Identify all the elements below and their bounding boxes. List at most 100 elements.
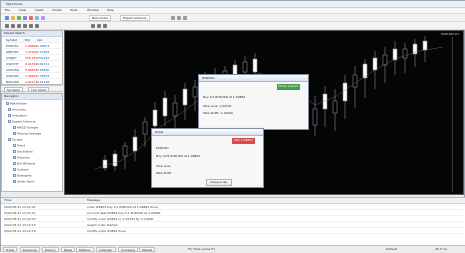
status-tab[interactable]: Calendar — [96, 247, 116, 252]
status-tab[interactable]: Company — [118, 247, 139, 252]
nav-item[interactable]: Scripts — [8, 138, 22, 143]
navigator-title: Navigator — [2, 94, 62, 100]
indicator-icon — [13, 180, 16, 183]
nav-item[interactable]: Accounts — [8, 108, 26, 113]
line-chart-icon[interactable] — [103, 24, 107, 28]
folder-icon — [8, 138, 11, 141]
terminal-row[interactable]: 2024.05.21 13:12:03 modify order #4822 sl… — [4, 217, 463, 222]
folder-icon — [8, 114, 11, 117]
menu-view[interactable]: View — [19, 9, 26, 12]
nav-item[interactable]: Order Send — [13, 180, 34, 185]
market-watch-header-row: Symbol Bid Ask — [4, 38, 60, 43]
nav-item[interactable]: Trend — [13, 144, 25, 149]
terminal-panel: Time Message 2024.05.21 13:11:41 order #4… — [1, 197, 465, 245]
terminal-row[interactable]: 2024.05.21 13:12:15 expert order started — [4, 223, 463, 228]
market-row[interactable]: AUDUSD 0.66451 0.66460 — [4, 68, 60, 73]
market-row[interactable]: USDCAD 1.36821 1.36833 — [4, 74, 60, 79]
ping-text: 45.3 ms — [435, 247, 448, 251]
order-summary: Buy 0.1 EURUSD at 1.09862 — [203, 95, 246, 99]
order-summary: Buy 0.05 EURUSD at 1.09861 — [156, 154, 201, 158]
strategy-tester-icon[interactable] — [41, 16, 45, 20]
close-order-button[interactable]: Close order — [206, 179, 232, 186]
menu-window[interactable]: Window — [87, 9, 99, 12]
market-watch-title: Market Watch — [2, 31, 62, 37]
market-watch-tabs: Symbols Tick Chart — [1, 85, 63, 92]
menu-file[interactable]: File — [5, 9, 10, 12]
nav-item[interactable]: Moving Average — [13, 132, 41, 137]
status-tab[interactable]: News — [61, 247, 76, 252]
new-chart-icon[interactable] — [5, 16, 9, 20]
main-toolbar: New Order Expert Advisors — [1, 14, 465, 22]
profiles-icon[interactable] — [11, 16, 15, 20]
market-row[interactable]: GBPUSD 1.27632 1.27643 — [4, 50, 60, 55]
tab-tick-chart[interactable]: Tick Chart — [28, 87, 50, 92]
status-tab[interactable]: Market — [139, 247, 156, 252]
window-title-bar: MetaTrader — [1, 1, 465, 8]
menu-charts[interactable]: Charts — [52, 9, 62, 12]
chart-toolbar — [1, 22, 465, 30]
dialog-title-bar: Order — [152, 129, 263, 136]
order-dialog[interactable]: Order Sell 1.09861 EURUSD Buy 0.05 EURUS… — [151, 128, 264, 188]
new-order-button[interactable]: New Order — [89, 15, 112, 21]
nav-item[interactable]: Bill Williams — [13, 162, 35, 167]
expert-advisors-button[interactable]: Expert Advisors — [120, 15, 150, 21]
candles-icon[interactable] — [97, 24, 101, 28]
indicator-icon — [13, 150, 16, 153]
take-profit-label: Take Profit — [156, 171, 172, 175]
header-ask: Ask — [37, 38, 43, 42]
tile-windows-icon[interactable] — [183, 16, 187, 20]
dialog-title: Order — [155, 130, 164, 134]
menu-tools[interactable]: Tools — [70, 9, 77, 12]
bar-chart-icon[interactable] — [91, 24, 95, 28]
nav-item[interactable]: Custom — [13, 168, 29, 173]
nav-item[interactable]: MetaTrader — [6, 102, 27, 107]
terminal-icon[interactable] — [35, 16, 39, 20]
symbol-label: EURUSD — [156, 146, 169, 150]
expert-icon — [13, 126, 16, 129]
market-watch-icon[interactable] — [17, 16, 21, 20]
data-window-icon[interactable] — [23, 16, 27, 20]
market-watch-panel: Market Watch Symbol Bid Ask EURUSD 1.0986… — [1, 30, 63, 85]
help-text: For Help, press F1 — [188, 247, 216, 251]
nav-item[interactable]: MACD Sample — [13, 126, 38, 131]
cursor-icon[interactable] — [5, 24, 9, 28]
nav-item[interactable]: Expert Advisors — [8, 120, 36, 125]
menu-help[interactable]: Help — [107, 9, 114, 12]
header-symbol: Symbol — [6, 38, 18, 42]
nav-item[interactable]: Examples — [13, 174, 32, 179]
text-icon[interactable] — [35, 24, 39, 28]
status-tab[interactable]: Trade — [3, 247, 18, 252]
market-row[interactable]: USDJPY 156.251 156.263 — [4, 56, 60, 61]
navigator-icon[interactable] — [29, 16, 33, 20]
profile-text: Default — [386, 247, 397, 251]
market-row[interactable]: USDCHF 0.91302 0.91311 — [4, 62, 60, 67]
zoom-in-icon[interactable] — [171, 16, 175, 20]
terminal-header: Time Message — [1, 198, 465, 204]
window-title: MetaTrader — [6, 2, 23, 6]
terminal-row[interactable]: 2024.05.21 13:11:41 account deal #4822 bu… — [4, 211, 463, 216]
nav-item[interactable]: Volumes — [13, 156, 30, 161]
expert-icon — [13, 132, 16, 135]
vertical-line-icon[interactable] — [17, 24, 21, 28]
indicator-icon — [13, 144, 16, 147]
take-profit-text: Take Profit: 1.10000 — [203, 111, 233, 115]
header-time: Time — [4, 198, 12, 202]
zoom-out-icon[interactable] — [177, 16, 181, 20]
dialog-title-bar: EURUSD — [199, 75, 308, 82]
status-tab[interactable]: Exposure — [20, 247, 40, 252]
market-row[interactable]: EURUSD 1.09861 1.09874 — [4, 44, 60, 49]
folder-icon — [8, 120, 11, 123]
trendline-icon[interactable] — [29, 24, 33, 28]
menu-insert[interactable]: Insert — [35, 9, 44, 12]
status-tab[interactable]: Mailbox — [76, 247, 94, 252]
horizontal-line-icon[interactable] — [23, 24, 27, 28]
nav-item[interactable]: Indicators — [8, 114, 27, 119]
terminal-row[interactable]: 2024.05.21 13:11:41 order #4822 buy 0.1 E… — [4, 205, 463, 210]
tab-symbols[interactable]: Symbols — [4, 87, 23, 92]
buy-confirmation-dialog[interactable]: EURUSD Order placed Buy 0.1 EURUSD at 1.… — [198, 74, 309, 130]
terminal-row[interactable]: 2024.05.21 13:12:18 modify order #4822 do… — [4, 229, 463, 234]
mt-window: MetaTrader File View Insert Charts Tools… — [0, 0, 465, 253]
crosshair-icon[interactable] — [11, 24, 15, 28]
nav-item[interactable]: Oscillators — [13, 150, 33, 155]
status-tab[interactable]: History — [42, 247, 59, 252]
